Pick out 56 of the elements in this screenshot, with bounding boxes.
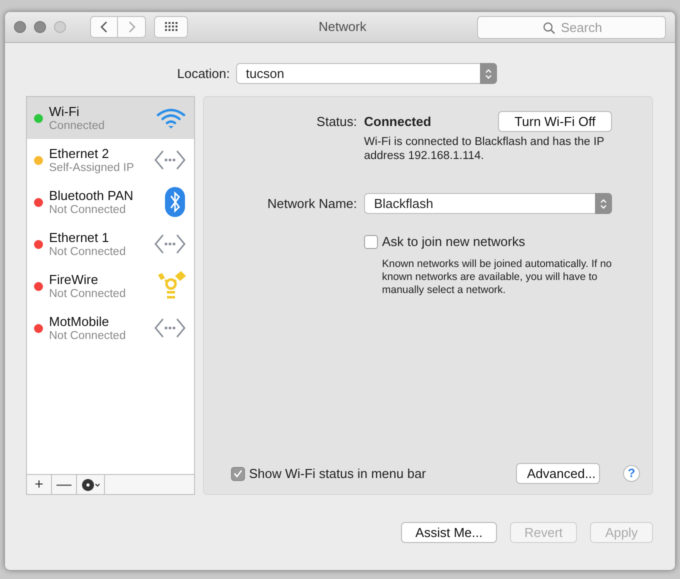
network-port-icon xyxy=(154,233,186,255)
minimize-button[interactable] xyxy=(34,21,46,33)
service-status: Not Connected xyxy=(49,328,127,342)
help-button[interactable]: ? xyxy=(623,465,640,482)
service-name: FireWire xyxy=(49,272,100,286)
status-description: Wi-Fi is connected to Blackflash and has the IP address 192.168.1.114. xyxy=(364,135,606,163)
network-name-popup[interactable]: Blackflash xyxy=(364,193,612,214)
service-status: Not Connected xyxy=(49,286,127,300)
stepper-icon xyxy=(600,198,607,210)
service-item[interactable]: Ethernet 2 Self-Assigned IP xyxy=(27,139,194,181)
service-name: Wi-Fi xyxy=(49,104,80,118)
service-status: Connected xyxy=(49,118,106,132)
close-button[interactable] xyxy=(14,21,26,33)
forward-icon xyxy=(128,21,136,33)
checkbox-label: Show Wi-Fi status in menu bar xyxy=(249,464,426,483)
service-item[interactable]: Bluetooth PAN Not Connected xyxy=(27,181,194,223)
service-name: Ethernet 1 xyxy=(49,230,110,244)
back-icon xyxy=(100,21,108,33)
checkbox-label: Ask to join new networks xyxy=(382,233,526,251)
show-all-button[interactable] xyxy=(154,16,188,38)
search-icon xyxy=(543,22,555,34)
status-label: Status: xyxy=(316,112,358,131)
location-popup[interactable]: tucson xyxy=(236,63,497,84)
help-text: Known networks will be joined automatically. If no known networks are available, you will have to manually select a network. xyxy=(382,258,613,296)
service-item[interactable]: MotMobile Not Connected xyxy=(27,307,194,349)
search-field[interactable]: Search xyxy=(477,16,666,38)
service-status: Not Connected xyxy=(49,244,127,258)
grid-icon xyxy=(164,22,178,32)
service-item[interactable]: FireWire Not Connected xyxy=(27,265,194,307)
stepper-icon xyxy=(484,68,492,80)
service-item[interactable]: Ethernet 1 Not Connected xyxy=(27,223,194,265)
checkbox[interactable] xyxy=(231,466,245,480)
service-name: MotMobile xyxy=(49,314,110,328)
service-status: Self-Assigned IP xyxy=(49,160,136,174)
window-title: Network xyxy=(318,19,366,34)
turn-wifi-off-button[interactable]: Turn Wi-Fi Off xyxy=(498,111,612,132)
dialog-button[interactable]: Assist Me... xyxy=(401,522,497,543)
service-name: Bluetooth PAN xyxy=(49,188,134,202)
checkmark-icon xyxy=(233,469,243,478)
add-button[interactable]: + xyxy=(27,475,52,494)
remove-button[interactable]: — xyxy=(52,475,77,494)
network-name-label: Network Name: xyxy=(266,194,358,213)
wifi-icon xyxy=(156,107,186,129)
advanced-button[interactable]: Advanced... xyxy=(516,463,600,484)
bluetooth-icon xyxy=(164,186,186,218)
status-value: Connected xyxy=(364,112,432,131)
service-status: Not Connected xyxy=(49,202,127,216)
service-name: Ethernet 2 xyxy=(49,146,110,160)
network-port-icon xyxy=(154,317,186,339)
checkbox[interactable] xyxy=(364,234,378,249)
firewire-icon xyxy=(156,271,186,301)
location-label: Location: xyxy=(177,64,230,83)
gear-icon xyxy=(82,478,100,490)
service-item[interactable]: Wi-Fi Connected xyxy=(27,97,194,139)
back-button[interactable] xyxy=(90,16,118,38)
network-port-icon xyxy=(154,149,186,171)
